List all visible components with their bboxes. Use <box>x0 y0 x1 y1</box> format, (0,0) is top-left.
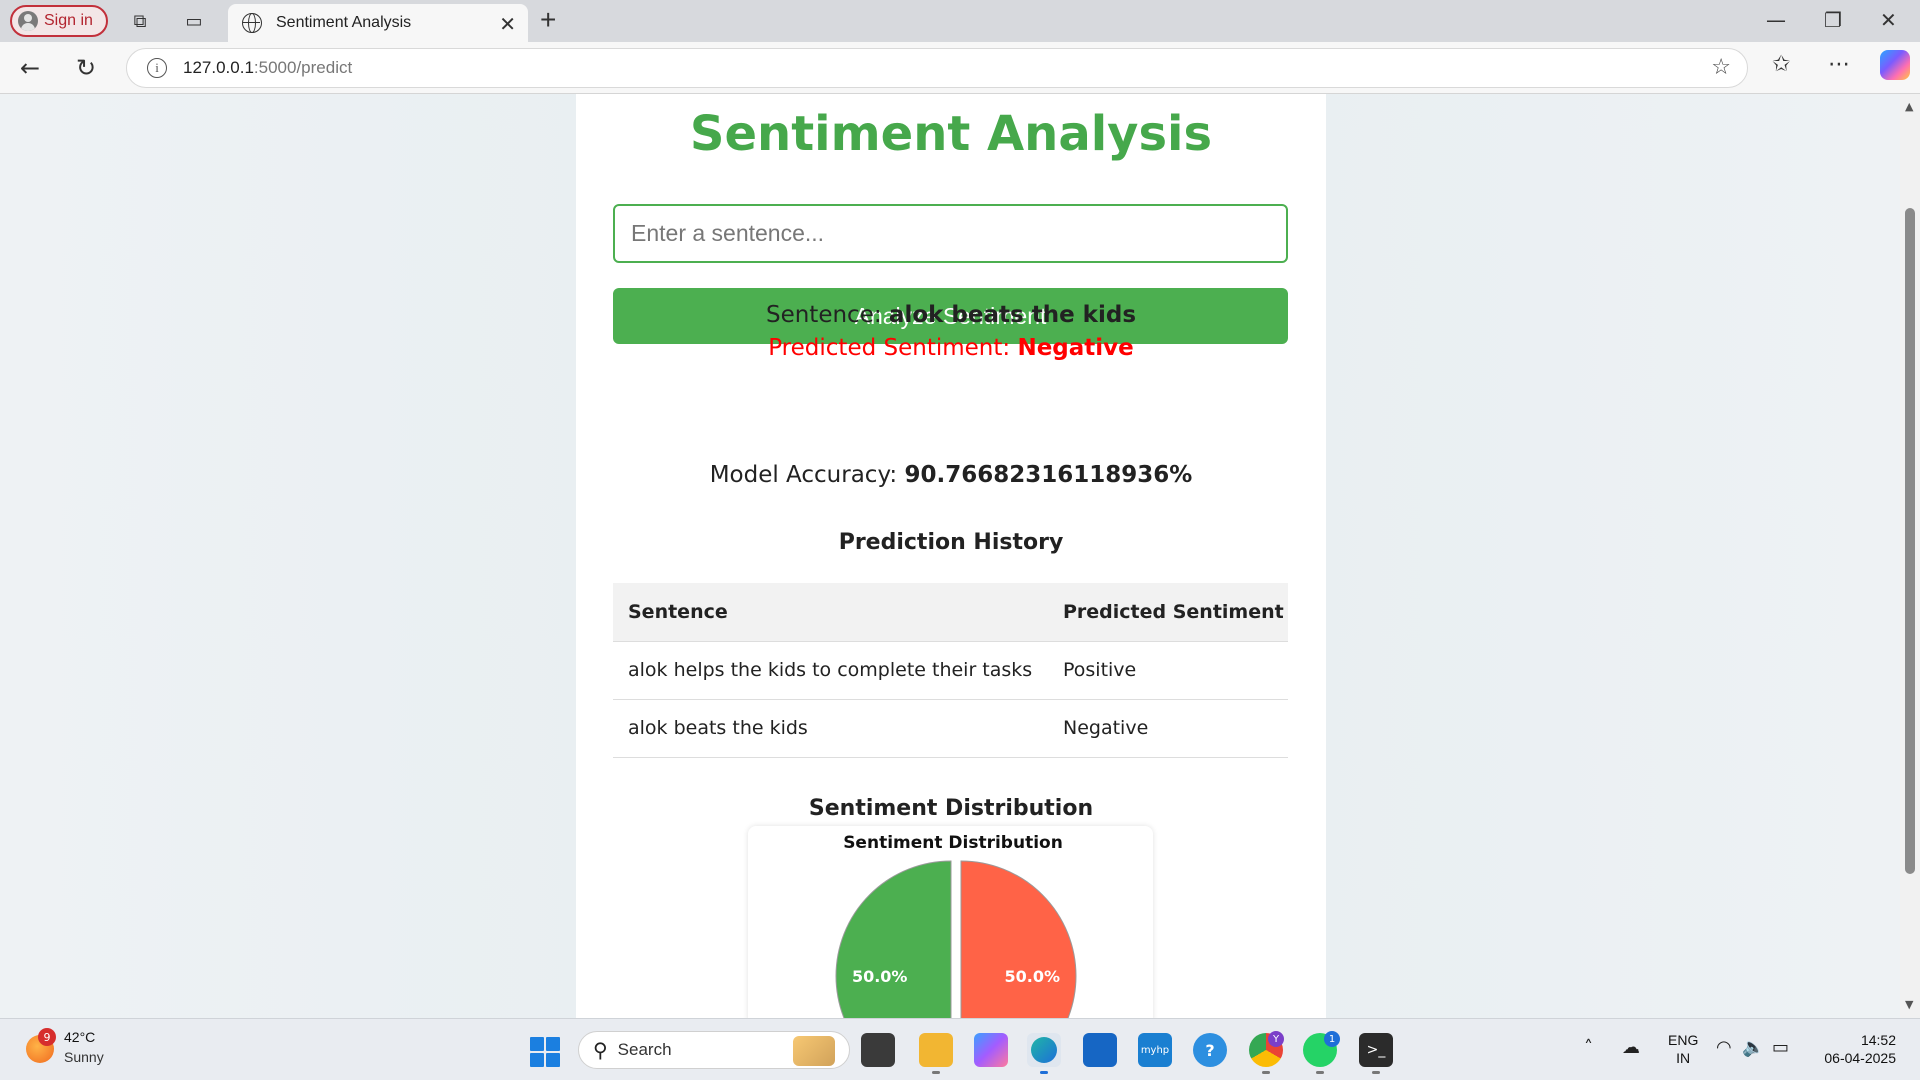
close-tab-icon[interactable]: ✕ <box>499 12 516 36</box>
weather-badge: 9 <box>38 1028 56 1046</box>
onedrive-offline-icon[interactable]: ☁ <box>1622 1037 1640 1058</box>
show-hidden-icons-icon[interactable]: ˄ <box>1584 1037 1593 1058</box>
accuracy-value: 90.76682316118936% <box>904 462 1193 488</box>
chart-title: Sentiment Distribution <box>843 833 1063 853</box>
main-card: Sentiment Analysis Analyze Sentiment Sen… <box>576 94 1326 1018</box>
terminal-icon[interactable]: >_ <box>1359 1033 1393 1067</box>
back-arrow-icon[interactable]: ← <box>20 54 40 82</box>
page-viewport: Sentiment Analysis Analyze Sentiment Sen… <box>0 94 1900 1018</box>
taskbar-search-label: Search <box>617 1040 672 1059</box>
scrollbar-thumb[interactable] <box>1905 208 1915 874</box>
table-row: alok helps the kids to complete their ta… <box>613 641 1288 700</box>
page-title: Sentiment Analysis <box>689 106 1213 162</box>
pie-chart: Sentiment Distribution 50.0% 50.0% <box>835 833 1077 1018</box>
pie-chart-container: Sentiment Distribution 50.0% 50.0% <box>748 826 1153 1018</box>
vertical-scrollbar[interactable]: ▲ ▼ <box>1900 94 1920 1018</box>
language-indicator[interactable]: ENG IN <box>1668 1031 1698 1067</box>
wifi-icon[interactable]: ◠ <box>1716 1037 1732 1058</box>
row-sentence: alok helps the kids to complete their ta… <box>613 641 1048 700</box>
distribution-title: Sentiment Distribution <box>808 796 1094 821</box>
taskbar: 9 42°C Sunny ⚲ Search myhp ? Y 1 >_ ˄ ☁ … <box>0 1018 1920 1080</box>
sentence-input[interactable] <box>613 204 1288 263</box>
chrome-profile-badge: Y <box>1268 1031 1284 1047</box>
favorite-star-icon[interactable]: ☆ <box>1711 55 1731 80</box>
running-indicator <box>1040 1071 1048 1074</box>
lang-line1: ENG <box>1668 1032 1699 1048</box>
task-view-icon[interactable] <box>861 1033 895 1067</box>
address-toolbar: ← ↻ i 127.0.0.1:5000/predict ☆ ✩ ⋯ <box>0 42 1920 94</box>
volume-icon[interactable]: 🔈 <box>1742 1037 1764 1058</box>
edge-browser-icon[interactable] <box>1027 1033 1061 1067</box>
tab-title: Sentiment Analysis <box>276 14 412 31</box>
row-sentiment: Negative <box>1048 699 1288 758</box>
clock-time: 14:52 <box>1860 1032 1896 1048</box>
restore-icon[interactable]: ❐ <box>1824 8 1842 32</box>
table-row: alok beats the kids Negative <box>613 699 1288 758</box>
sentence-result: Sentence: alok beats the kids <box>576 302 1326 328</box>
file-explorer-icon[interactable] <box>919 1033 953 1067</box>
help-icon[interactable]: ? <box>1193 1033 1227 1067</box>
search-icon: ⚲ <box>593 1038 608 1062</box>
predicted-label: Predicted Sentiment: <box>768 335 1018 361</box>
sentence-value: alok beats the kids <box>888 302 1137 328</box>
url-text: 127.0.0.1:5000/predict <box>183 58 352 78</box>
browser-tab-bar: Sign in ⧉ ▭ Sentiment Analysis ✕ + — ❐ ✕ <box>0 0 1920 42</box>
microsoft-store-icon[interactable] <box>1083 1033 1117 1067</box>
favorites-icon[interactable]: ✩ <box>1772 52 1790 77</box>
row-sentence: alok beats the kids <box>613 699 1048 758</box>
pie-slice-label: 50.0% <box>852 967 908 986</box>
predicted-sentiment-result: Predicted Sentiment: Negative <box>576 335 1326 361</box>
predicted-value: Negative <box>1017 335 1134 361</box>
whatsapp-badge: 1 <box>1324 1031 1340 1047</box>
workspaces-icon[interactable]: ⧉ <box>128 9 152 33</box>
new-tab-button[interactable]: + <box>540 4 556 36</box>
weather-condition: Sunny <box>64 1049 104 1065</box>
url-path: :5000/predict <box>253 58 353 77</box>
scroll-down-icon[interactable]: ▼ <box>1905 998 1913 1011</box>
copilot-app-icon[interactable] <box>974 1033 1008 1067</box>
scroll-up-icon[interactable]: ▲ <box>1905 100 1913 113</box>
accuracy-label: Model Accuracy: <box>709 462 905 488</box>
running-indicator <box>1316 1071 1324 1074</box>
running-indicator <box>1262 1071 1270 1074</box>
address-bar[interactable]: i 127.0.0.1:5000/predict ☆ <box>126 48 1748 88</box>
header-sentence: Sentence <box>613 583 1048 642</box>
lang-line2: IN <box>1676 1050 1691 1066</box>
refresh-icon[interactable]: ↻ <box>76 54 96 82</box>
pie-slice <box>960 860 1077 1018</box>
pie-slice <box>835 860 952 1018</box>
row-sentiment: Positive <box>1048 641 1288 700</box>
history-table: Sentence Predicted Sentiment alok helps … <box>613 583 1288 758</box>
clock-date: 06-04-2025 <box>1824 1050 1896 1066</box>
sentence-label: Sentence: <box>765 302 889 328</box>
running-indicator <box>932 1071 940 1074</box>
myhp-icon[interactable]: myhp <box>1138 1033 1172 1067</box>
battery-icon[interactable]: ▭ <box>1772 1037 1789 1058</box>
tab-actions-icon[interactable]: ▭ <box>182 9 206 33</box>
header-predicted-sentiment: Predicted Sentiment <box>1048 583 1288 642</box>
sign-in-label: Sign in <box>44 12 93 29</box>
tab-sentiment-analysis[interactable]: Sentiment Analysis ✕ <box>228 4 528 42</box>
copilot-icon[interactable] <box>1880 50 1910 80</box>
minimize-icon[interactable]: — <box>1766 8 1786 32</box>
weather-temp: 42°C <box>64 1029 96 1045</box>
table-header-row: Sentence Predicted Sentiment <box>613 583 1288 642</box>
close-window-icon[interactable]: ✕ <box>1880 8 1897 32</box>
taskbar-search[interactable]: ⚲ Search <box>578 1031 850 1069</box>
site-info-icon[interactable]: i <box>147 58 167 78</box>
pie-slice-label: 50.0% <box>1005 967 1061 986</box>
system-clock[interactable]: 14:52 06-04-2025 <box>1810 1031 1896 1067</box>
more-options-icon[interactable]: ⋯ <box>1828 52 1850 77</box>
start-windows-icon[interactable] <box>530 1037 560 1067</box>
search-highlight-icon <box>793 1036 835 1066</box>
running-indicator <box>1372 1071 1380 1074</box>
model-accuracy: Model Accuracy: 90.76682316118936% <box>576 462 1326 488</box>
sign-in-button[interactable]: Sign in <box>10 5 108 37</box>
globe-icon <box>242 13 262 33</box>
history-title: Prediction History <box>838 530 1064 555</box>
profile-avatar-icon <box>18 11 38 31</box>
url-host: 127.0.0.1 <box>183 58 254 77</box>
